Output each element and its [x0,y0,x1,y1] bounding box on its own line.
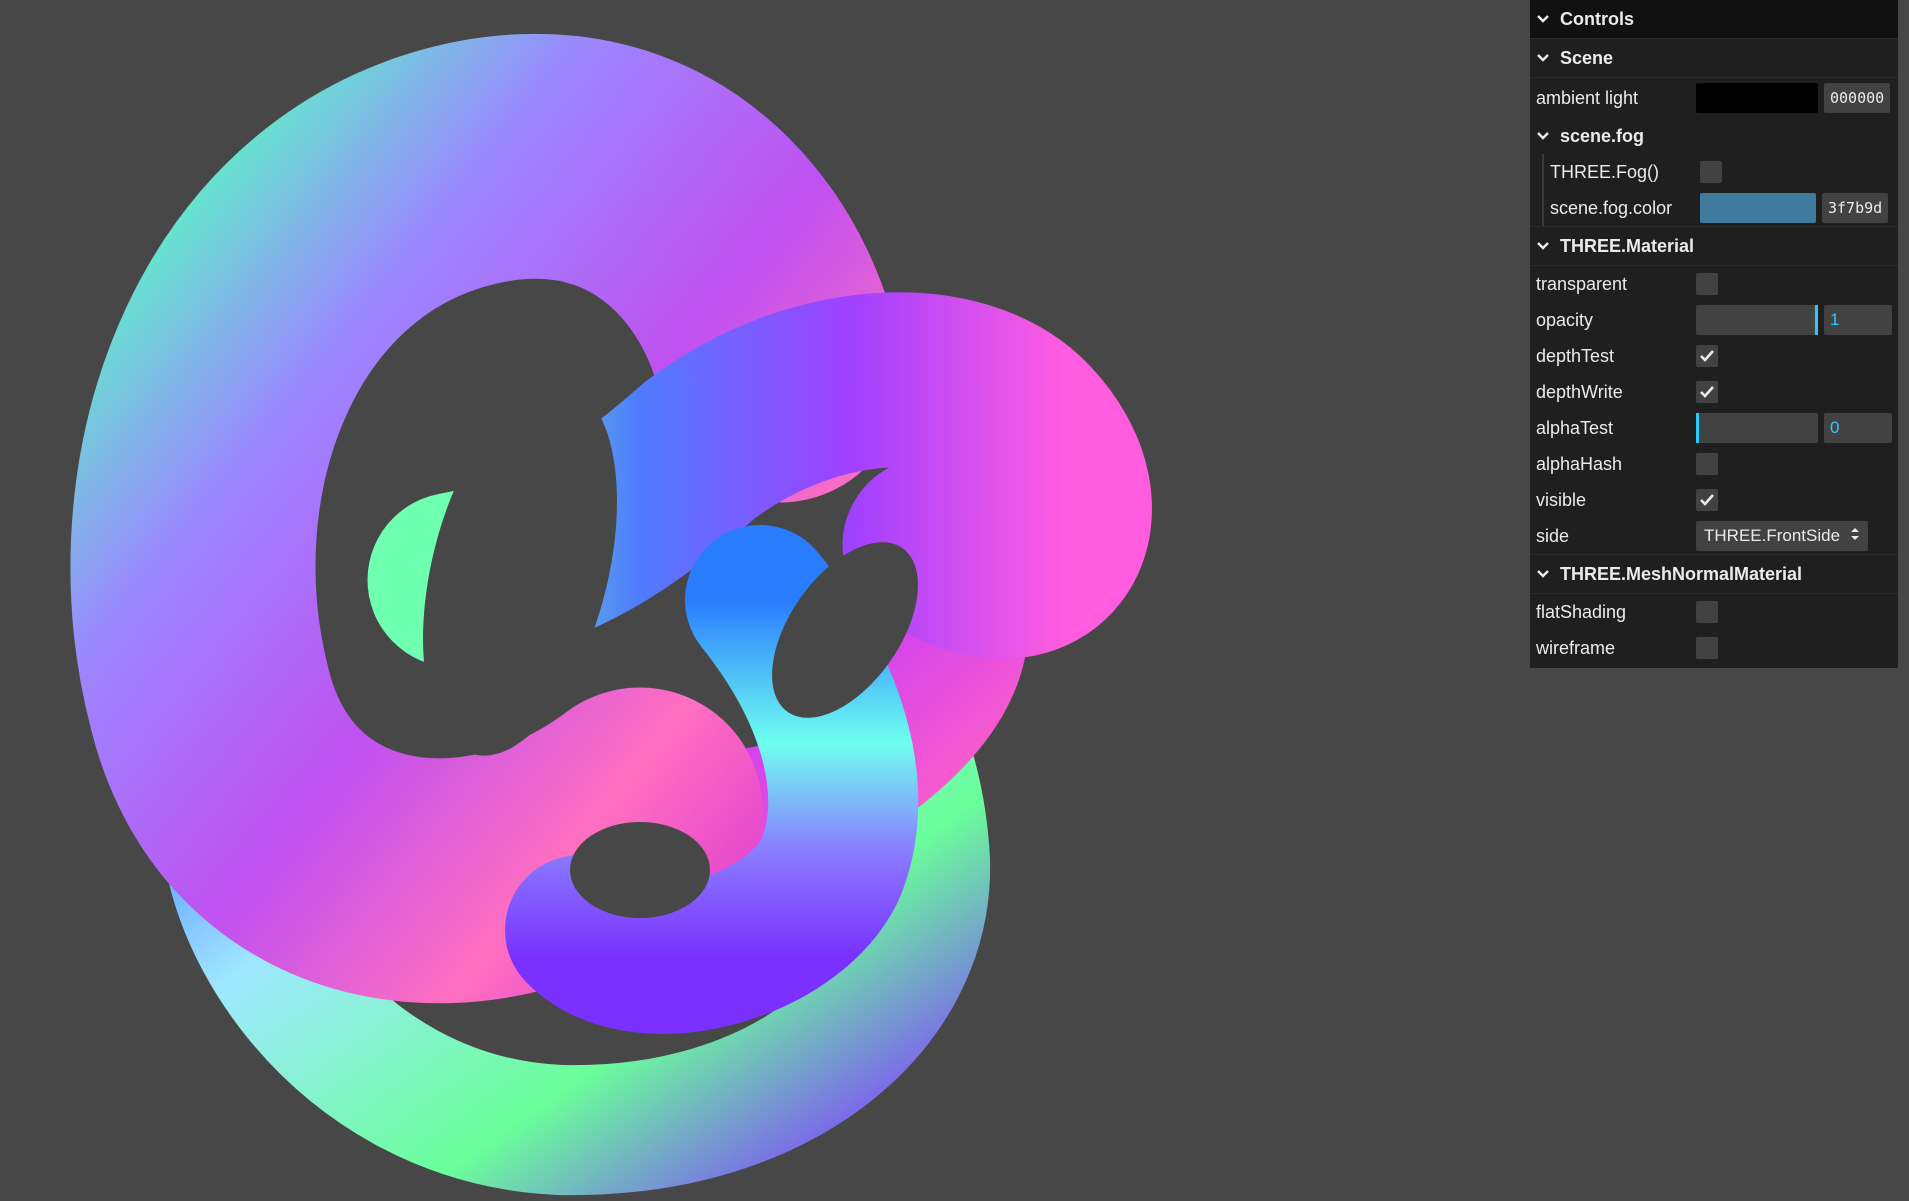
alphahash-row: alphaHash [1530,446,1898,482]
alphahash-checkbox[interactable] [1696,453,1718,475]
depthwrite-checkbox[interactable] [1696,381,1718,403]
normal-material-title: THREE.MeshNormalMaterial [1560,563,1803,584]
wireframe-row: wireframe [1530,630,1898,666]
fog-color-hex-input[interactable]: 3f7b9d [1822,193,1888,223]
side-label: side [1536,525,1570,546]
material-title: THREE.Material [1560,235,1695,256]
opacity-row: opacity 1 [1530,302,1898,338]
controls-folder-title[interactable]: Controls [1530,0,1898,39]
ambient-light-hex-input[interactable]: 000000 [1824,83,1890,113]
controls-title: Controls [1560,8,1634,29]
fog-enabled-checkbox[interactable] [1700,161,1722,183]
wireframe-checkbox[interactable] [1696,637,1718,659]
fog-enabled-row: THREE.Fog() [1544,154,1898,190]
ambient-light-swatch[interactable] [1696,83,1818,113]
depthwrite-row: depthWrite [1530,374,1898,410]
depthtest-row: depthTest [1530,338,1898,374]
controls-panel: Controls Scene ambient light 000000 scen… [1530,0,1898,668]
opacity-input[interactable]: 1 [1824,305,1892,335]
alphahash-label: alphaHash [1536,453,1623,474]
scene-fog-folder-title[interactable]: scene.fog [1530,118,1898,154]
depthwrite-label: depthWrite [1536,381,1623,402]
visible-label: visible [1536,489,1587,510]
flatshading-row: flatShading [1530,594,1898,630]
ambient-light-row: ambient light 000000 [1530,78,1898,118]
opacity-slider-handle[interactable] [1815,305,1818,335]
opacity-slider[interactable] [1696,305,1818,335]
fog-color-label: scene.fog.color [1550,197,1673,218]
depthtest-checkbox[interactable] [1696,345,1718,367]
scene-fog-title: scene.fog [1560,125,1645,146]
chevron-down-icon [1536,51,1550,65]
ambient-light-label: ambient light [1536,87,1639,108]
visible-row: visible [1530,482,1898,518]
flatshading-checkbox[interactable] [1696,601,1718,623]
checkmark-icon [1700,350,1714,362]
fog-color-swatch[interactable] [1700,193,1816,223]
side-row: side THREE.FrontSide [1530,518,1898,554]
scene-title: Scene [1560,47,1614,68]
flatshading-label: flatShading [1536,601,1627,622]
side-select[interactable]: THREE.FrontSide [1696,521,1869,551]
select-arrows-icon [1850,526,1860,547]
depthtest-label: depthTest [1536,345,1615,366]
fog-enabled-label: THREE.Fog() [1550,161,1660,182]
alphatest-label: alphaTest [1536,417,1614,438]
chevron-down-icon [1536,129,1550,143]
transparent-label: transparent [1536,273,1628,294]
side-select-value: THREE.FrontSide [1704,526,1841,545]
transparent-row: transparent [1530,266,1898,302]
chevron-down-icon [1536,239,1550,253]
chevron-down-icon [1536,567,1550,581]
alphatest-input[interactable]: 0 [1824,413,1892,443]
checkmark-icon [1700,494,1714,506]
opacity-label: opacity [1536,309,1594,330]
scene-fog-folder: THREE.Fog() scene.fog.color 3f7b9d [1542,154,1898,226]
alphatest-row: alphaTest 0 [1530,410,1898,446]
alphatest-slider-handle[interactable] [1696,413,1699,443]
transparent-checkbox[interactable] [1696,273,1718,295]
wireframe-label: wireframe [1536,637,1616,658]
material-folder-title[interactable]: THREE.Material [1530,226,1898,266]
scene-folder-title[interactable]: Scene [1530,39,1898,78]
chevron-down-icon [1536,12,1550,26]
fog-color-row: scene.fog.color 3f7b9d [1544,190,1898,226]
alphatest-slider[interactable] [1696,413,1818,443]
normal-material-folder-title[interactable]: THREE.MeshNormalMaterial [1530,554,1898,594]
checkmark-icon [1700,386,1714,398]
visible-checkbox[interactable] [1696,489,1718,511]
